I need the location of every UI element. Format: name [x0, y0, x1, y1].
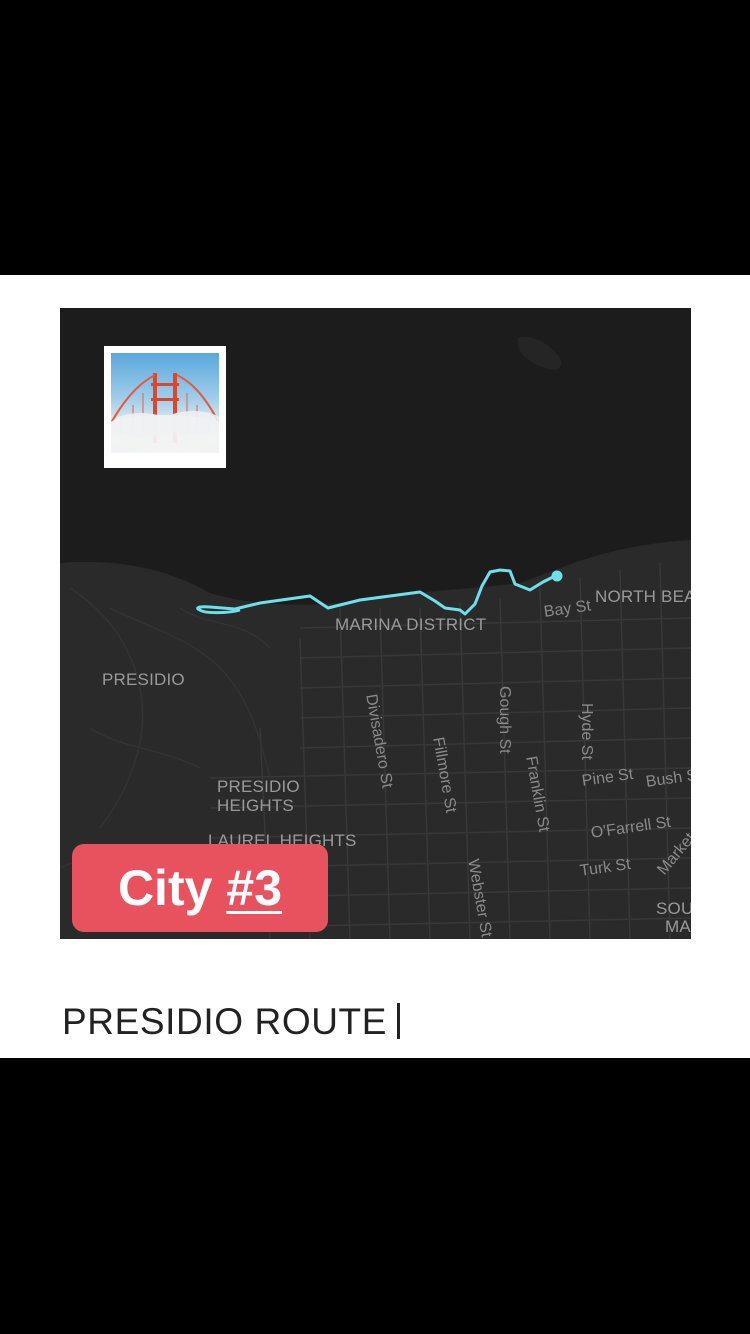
route-end-marker: [551, 570, 563, 582]
golden-gate-bridge-photo: [111, 353, 219, 453]
bridge-icon: [111, 373, 219, 451]
label-hyde: Hyde St: [578, 703, 595, 760]
label-presidio: PRESIDIO: [102, 670, 185, 689]
label-north-beach: NORTH BEA: [595, 587, 691, 606]
caption-text: PRESIDIO ROUTE: [62, 1001, 387, 1042]
label-marina-district: MARINA DISTRICT: [335, 615, 487, 634]
label-presidio-heights-2: HEIGHTS: [217, 796, 294, 815]
label-south-2: MA: [665, 917, 691, 936]
label-presidio-heights-1: PRESIDIO: [217, 777, 300, 796]
city-number-badge[interactable]: City #3: [72, 844, 328, 932]
label-gough: Gough St: [496, 686, 513, 754]
label-south-1: SOU: [656, 899, 691, 918]
text-cursor: [397, 1003, 400, 1039]
golden-gate-photo-sticker[interactable]: [104, 346, 226, 468]
caption-text-input[interactable]: PRESIDIO ROUTE: [62, 1001, 400, 1043]
island-shape: [517, 336, 562, 370]
badge-number: #3: [226, 860, 283, 916]
badge-word: City: [117, 860, 213, 916]
